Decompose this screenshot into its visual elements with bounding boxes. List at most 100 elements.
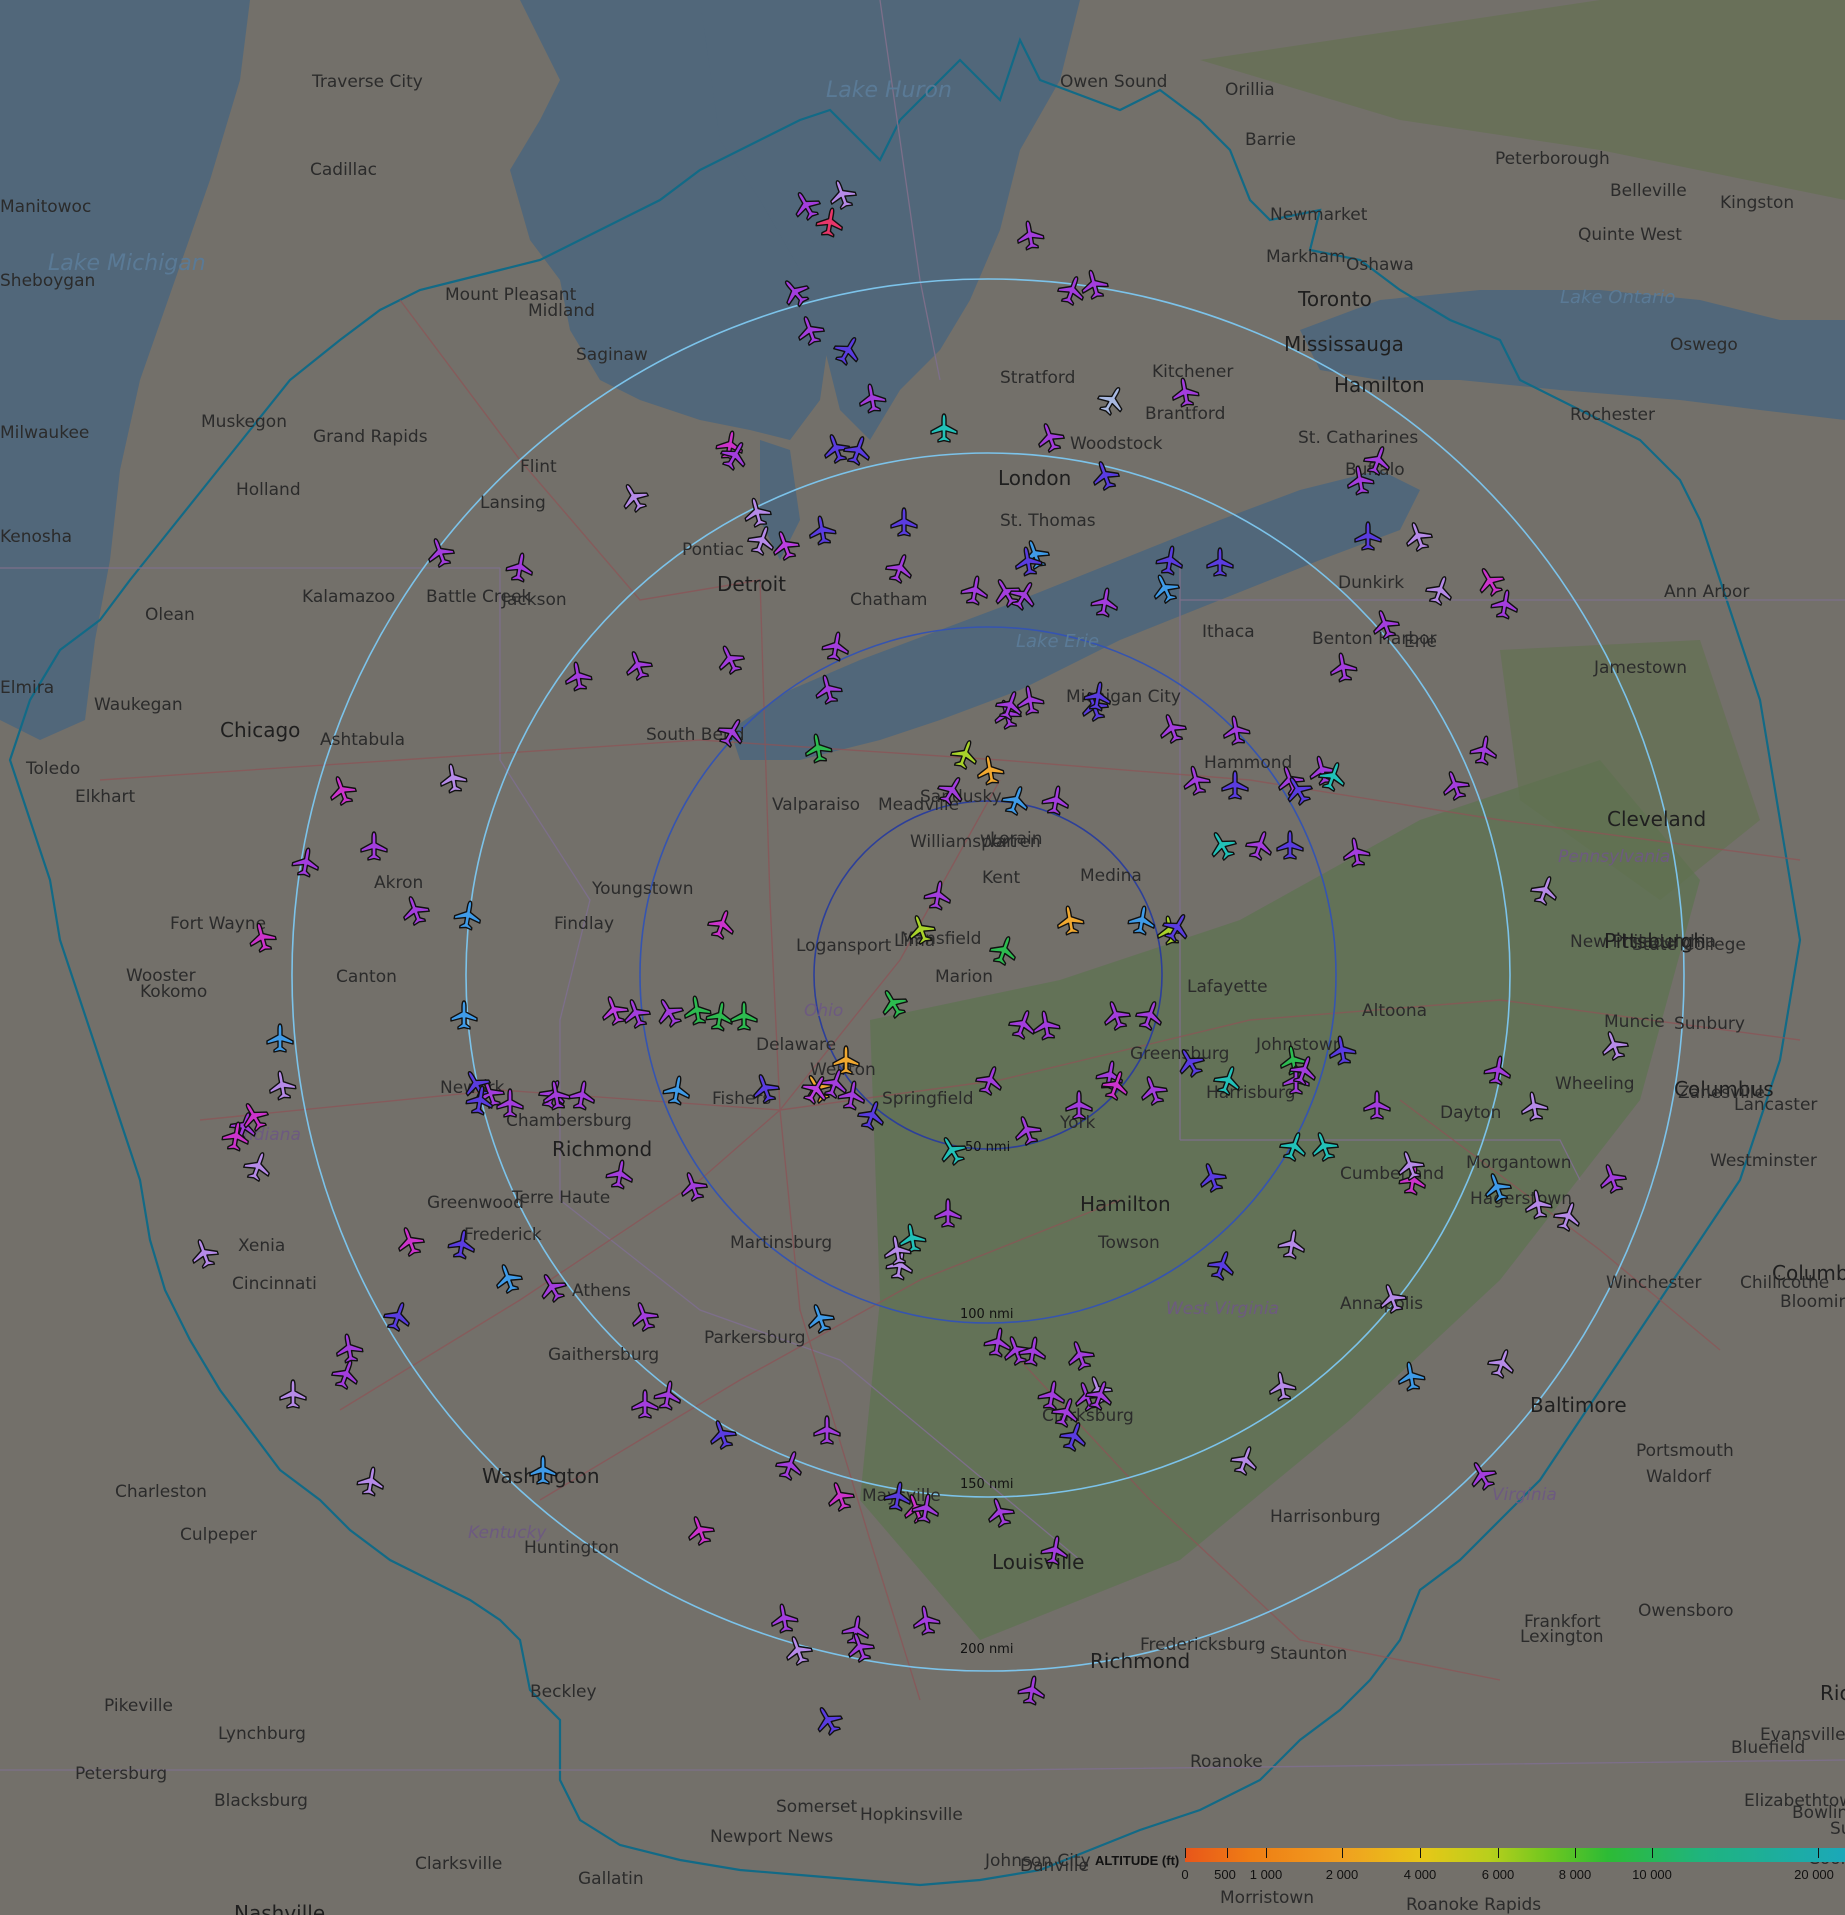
city-label: Petersburg (75, 1764, 167, 1784)
city-label: Kent (982, 868, 1021, 888)
city-label: Louisville (992, 1550, 1085, 1574)
city-label: Hammond (1204, 753, 1292, 773)
city-label: Portsmouth (1636, 1441, 1734, 1461)
city-label: Nashville (234, 1901, 325, 1915)
city-label: Hamilton (1080, 1192, 1171, 1216)
city-label: Beckley (530, 1682, 597, 1702)
city-label: Woodstock (1070, 434, 1163, 454)
city-label: Elkhart (75, 787, 135, 807)
legend-tick-label: 20 000 (1794, 1867, 1834, 1882)
city-label: Ann Arbor (1664, 582, 1749, 602)
city-label: Ithaca (1202, 622, 1255, 642)
city-label: Suffolk (1830, 1819, 1845, 1839)
city-label: Cadillac (310, 160, 377, 180)
legend-tick (1652, 1848, 1653, 1858)
city-label: Milwaukee (0, 423, 89, 443)
city-label: Brantford (1145, 404, 1225, 424)
city-label: Greensburg (1130, 1044, 1229, 1064)
city-label: Martinsburg (730, 1233, 832, 1253)
legend-tick-label: 8 000 (1558, 1867, 1592, 1882)
label-ohio: Ohio (804, 1001, 843, 1021)
ring-label-150: 150 nmi (960, 1477, 1013, 1492)
city-label: Sunbury (1674, 1014, 1745, 1034)
city-label: Dunkirk (1338, 573, 1404, 593)
city-label: Owen Sound (1060, 72, 1167, 92)
city-label: Kalamazoo (302, 587, 395, 607)
city-label: Gaithersburg (548, 1345, 659, 1365)
city-label: Kokomo (140, 982, 207, 1002)
city-label: Roanoke (1190, 1752, 1263, 1772)
city-label: Towson (1097, 1233, 1160, 1253)
city-label: Markham (1266, 247, 1346, 267)
city-label: Quinte West (1578, 225, 1682, 245)
map-canvas[interactable]: 50 nmi 100 nmi 150 nmi 200 nmi Lake Huro… (0, 0, 1845, 1915)
legend-tick (1185, 1848, 1186, 1858)
city-label: Williamsport (910, 832, 1016, 852)
city-label: Bloomington (1780, 1292, 1845, 1312)
city-label: Traverse City (311, 72, 423, 92)
city-label: Morgantown (1466, 1153, 1572, 1173)
city-label: Hopkinsville (860, 1805, 963, 1825)
city-label: Oswego (1670, 335, 1738, 355)
city-label: Muskegon (201, 412, 287, 432)
city-label: Chatham (850, 590, 927, 610)
city-label: Marion (935, 967, 993, 987)
city-label: Harrisonburg (1270, 1507, 1381, 1527)
legend-tick-label: 2 000 (1325, 1867, 1359, 1882)
city-label: Delaware (756, 1035, 836, 1055)
city-label: Richmond (1090, 1649, 1190, 1673)
city-label: Kitchener (1152, 362, 1233, 382)
city-label: Chambersburg (506, 1111, 632, 1131)
city-label: Charleston (115, 1482, 207, 1502)
city-label: Ashtabula (320, 730, 405, 750)
city-label: Erie (1404, 632, 1437, 652)
legend-tick-label: 6 000 (1481, 1867, 1515, 1882)
label-lake-erie: Lake Erie (1016, 631, 1099, 652)
city-label: Kingston (1720, 193, 1794, 213)
city-label: Elmira (0, 678, 54, 698)
city-label: Cincinnati (232, 1274, 317, 1294)
city-label: Flint (520, 457, 557, 477)
city-label: Saginaw (576, 345, 648, 365)
city-label: Toledo (25, 759, 80, 779)
city-label: Mansfield (900, 929, 981, 949)
legend-tick (1498, 1848, 1499, 1858)
map-view[interactable]: 50 nmi 100 nmi 150 nmi 200 nmi Lake Huro… (0, 0, 1845, 1915)
city-label: Orillia (1225, 80, 1275, 100)
city-label: Youngstown (591, 879, 693, 899)
legend-tick-label: 10 000 (1632, 1867, 1672, 1882)
label-lake-huron: Lake Huron (826, 78, 952, 103)
city-label: Lansing (480, 493, 546, 513)
city-label: St. Catharines (1298, 428, 1418, 448)
legend-title: ALTITUDE (ft) (1095, 1853, 1180, 1868)
city-label: Richmond (552, 1137, 652, 1161)
city-label: Harrisburg (1206, 1083, 1296, 1103)
city-label: Fort Wayne (170, 914, 266, 934)
legend-tick (1818, 1848, 1819, 1858)
legend-tick-label: 0 (1181, 1867, 1189, 1882)
label-lake-ontario: Lake Ontario (1560, 287, 1675, 308)
city-label: Pontiac (682, 540, 744, 560)
ring-label-200: 200 nmi (960, 1642, 1013, 1657)
city-label: Kenosha (0, 527, 72, 547)
ring-label-100: 100 nmi (960, 1307, 1013, 1322)
city-label: Findlay (554, 914, 614, 934)
city-label: Waukegan (94, 695, 183, 715)
city-label: Culpeper (180, 1525, 257, 1545)
city-label: Wheeling (1555, 1074, 1635, 1094)
city-label: Springfield (882, 1089, 974, 1109)
city-label: Baltimore (1530, 1393, 1627, 1417)
city-label: Rochester (1570, 405, 1655, 425)
city-label: Stratford (1000, 368, 1075, 388)
legend-tick-label: 500 (1214, 1867, 1236, 1882)
city-label: Jackson (501, 590, 567, 610)
city-label: Xenia (238, 1236, 285, 1256)
legend-tick (1342, 1848, 1343, 1858)
city-label: Greenwood (427, 1193, 524, 1213)
legend-tick (1227, 1848, 1228, 1858)
city-label: Terre Haute (511, 1188, 610, 1208)
city-label: Cumberland (1340, 1164, 1444, 1184)
altitude-legend: ALTITUDE (ft) 0 500 1 000 2 000 4 000 6 … (1088, 1843, 1845, 1915)
legend-tick-label: 1 000 (1249, 1867, 1283, 1882)
city-label: Manitowoc (0, 197, 91, 217)
